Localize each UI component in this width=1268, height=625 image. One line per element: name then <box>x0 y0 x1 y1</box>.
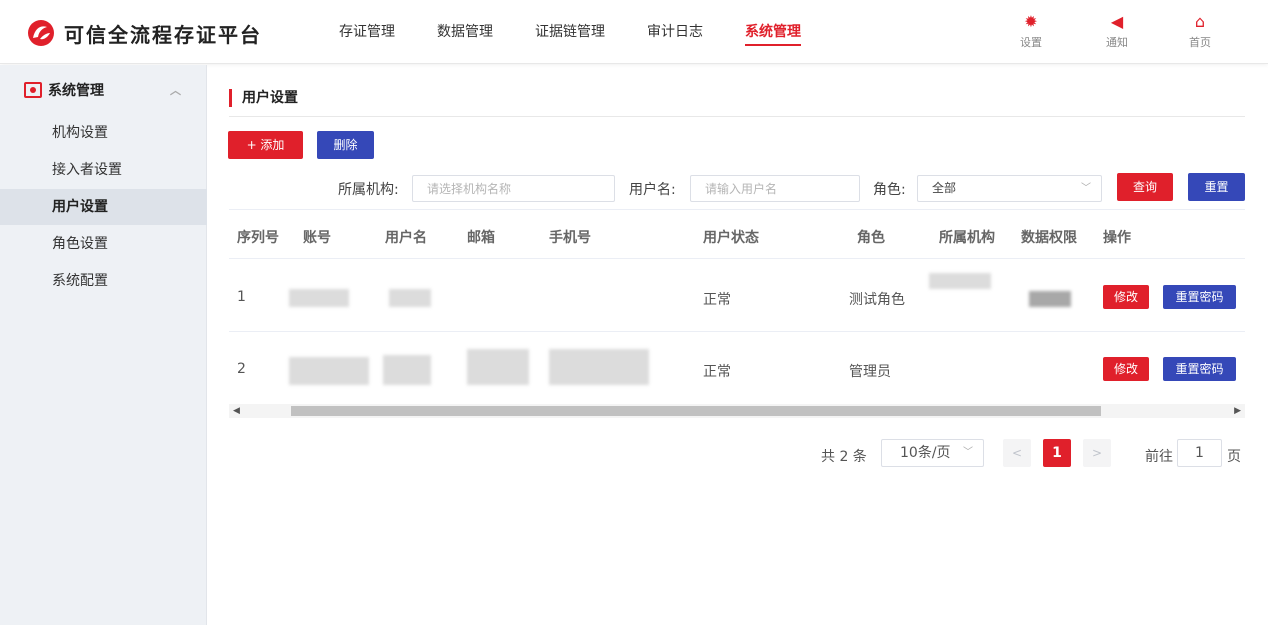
pagination-total: 共 2 条 <box>821 449 867 465</box>
chevron-right-icon: > <box>1091 446 1103 460</box>
row-status: 正常 <box>703 364 731 380</box>
top-header: 可信全流程存证平台 存证管理 数据管理 证据链管理 审计日志 系统管理 ✹ 设置… <box>0 0 1268 64</box>
nav-item-audit-log[interactable]: 审计日志 <box>647 0 703 64</box>
sidebar-item-config[interactable]: 系统配置 <box>0 263 207 299</box>
redacted-username <box>389 289 431 307</box>
redacted-username <box>383 355 431 385</box>
monitor-icon <box>24 82 42 98</box>
add-button[interactable]: + 添加 <box>228 131 303 159</box>
notify-label: 通知 <box>1106 36 1128 49</box>
sidebar-section-label: 系统管理 <box>48 83 104 99</box>
row-index: 2 <box>237 361 246 377</box>
sidebar-section-header[interactable]: 系统管理 ︿ <box>0 65 207 115</box>
title-divider <box>229 116 1245 117</box>
notify-button[interactable]: ◀ 通知 <box>1097 12 1137 50</box>
scrollbar-thumb[interactable] <box>291 406 1101 416</box>
page-suffix: 页 <box>1227 449 1241 465</box>
nav-item-evidence-chain[interactable]: 证据链管理 <box>535 0 605 64</box>
nav-item-data[interactable]: 数据管理 <box>437 0 493 64</box>
settings-button[interactable]: ✹ 设置 <box>1011 12 1051 50</box>
redacted-account <box>289 357 369 385</box>
scroll-right-icon[interactable]: ▶ <box>1234 404 1241 418</box>
redacted-org <box>929 273 991 289</box>
page-title: 用户设置 <box>229 89 298 107</box>
home-icon: ⌂ <box>1194 12 1206 31</box>
redacted-email <box>467 349 529 385</box>
col-header-email: 邮箱 <box>467 230 495 246</box>
col-header-username: 用户名 <box>385 230 427 246</box>
col-header-data-permission: 数据权限 <box>1021 230 1077 246</box>
reset-password-button[interactable]: 重置密码 <box>1163 285 1236 309</box>
col-header-role: 角色 <box>857 230 885 246</box>
chevron-up-icon: ︿ <box>170 84 181 97</box>
role-filter-label: 角色: <box>873 182 906 198</box>
header-divider <box>229 258 1245 259</box>
home-label: 首页 <box>1189 36 1211 49</box>
home-button[interactable]: ⌂ 首页 <box>1180 12 1220 50</box>
megaphone-icon: ◀ <box>1110 12 1124 31</box>
chevron-down-icon: ﹀ <box>1081 183 1091 194</box>
sidebar-item-user[interactable]: 用户设置 <box>0 189 207 225</box>
sidebar-item-org[interactable]: 机构设置 <box>0 115 207 151</box>
row-role: 测试角色 <box>849 292 905 308</box>
prev-page-button[interactable]: < <box>1003 439 1031 467</box>
col-header-actions: 操作 <box>1103 230 1131 246</box>
org-filter-label: 所属机构: <box>338 182 399 198</box>
col-header-phone: 手机号 <box>549 230 591 246</box>
table-top-border <box>229 209 1245 210</box>
username-filter-label: 用户名: <box>629 182 676 198</box>
sidebar-item-role[interactable]: 角色设置 <box>0 226 207 262</box>
main-content: 用户设置 + 添加 删除 所属机构: 用户名: 角色: 全部 ﹀ 查询 重置 序… <box>207 65 1268 625</box>
user-table: 序列号 账号 用户名 邮箱 手机号 用户状态 角色 所属机构 数据权限 操作 1… <box>229 209 1245 421</box>
settings-label: 设置 <box>1020 36 1042 49</box>
page-size-value: 10条/页 <box>900 445 951 461</box>
app-title: 可信全流程存证平台 <box>64 22 262 47</box>
sidebar-item-accessor[interactable]: 接入者设置 <box>0 152 207 188</box>
org-select-input[interactable] <box>412 175 615 202</box>
gear-icon: ✹ <box>1024 12 1038 31</box>
edit-button[interactable]: 修改 <box>1103 285 1149 309</box>
edit-button[interactable]: 修改 <box>1103 357 1149 381</box>
redacted-account <box>289 289 349 307</box>
query-button[interactable]: 查询 <box>1117 173 1173 201</box>
redacted-permission <box>1029 291 1071 307</box>
main-nav: 存证管理 数据管理 证据链管理 审计日志 系统管理 <box>339 0 843 64</box>
redacted-phone <box>549 349 649 385</box>
row-status: 正常 <box>703 292 731 308</box>
chevron-left-icon: < <box>1011 446 1023 460</box>
row-role: 管理员 <box>849 364 891 380</box>
role-select-value: 全部 <box>932 181 957 195</box>
scroll-left-icon[interactable]: ◀ <box>233 404 240 418</box>
col-header-status: 用户状态 <box>703 230 759 246</box>
app-logo[interactable]: 可信全流程存证平台 <box>26 18 262 48</box>
horizontal-scrollbar[interactable]: ◀ ▶ <box>229 404 1245 418</box>
col-header-account: 账号 <box>303 230 331 246</box>
username-input[interactable] <box>690 175 860 202</box>
delete-button[interactable]: 删除 <box>317 131 374 159</box>
goto-page-input[interactable]: 1 <box>1177 439 1222 467</box>
page-size-select[interactable]: 10条/页 ﹀ <box>881 439 984 467</box>
nav-item-evidence[interactable]: 存证管理 <box>339 0 395 64</box>
goto-label: 前往 <box>1145 449 1173 465</box>
row-divider <box>229 331 1245 332</box>
page-number-current[interactable]: 1 <box>1043 439 1071 467</box>
reset-password-button[interactable]: 重置密码 <box>1163 357 1236 381</box>
row-index: 1 <box>237 289 246 305</box>
next-page-button[interactable]: > <box>1083 439 1111 467</box>
logo-mark-icon <box>28 20 54 46</box>
nav-item-system[interactable]: 系统管理 <box>745 0 801 64</box>
role-select[interactable]: 全部 ﹀ <box>917 175 1102 202</box>
reset-button[interactable]: 重置 <box>1188 173 1245 201</box>
chevron-down-icon: ﹀ <box>963 447 973 458</box>
col-header-org: 所属机构 <box>939 230 995 246</box>
col-header-index: 序列号 <box>237 230 279 246</box>
sidebar: 系统管理 ︿ 机构设置 接入者设置 用户设置 角色设置 系统配置 <box>0 65 207 625</box>
